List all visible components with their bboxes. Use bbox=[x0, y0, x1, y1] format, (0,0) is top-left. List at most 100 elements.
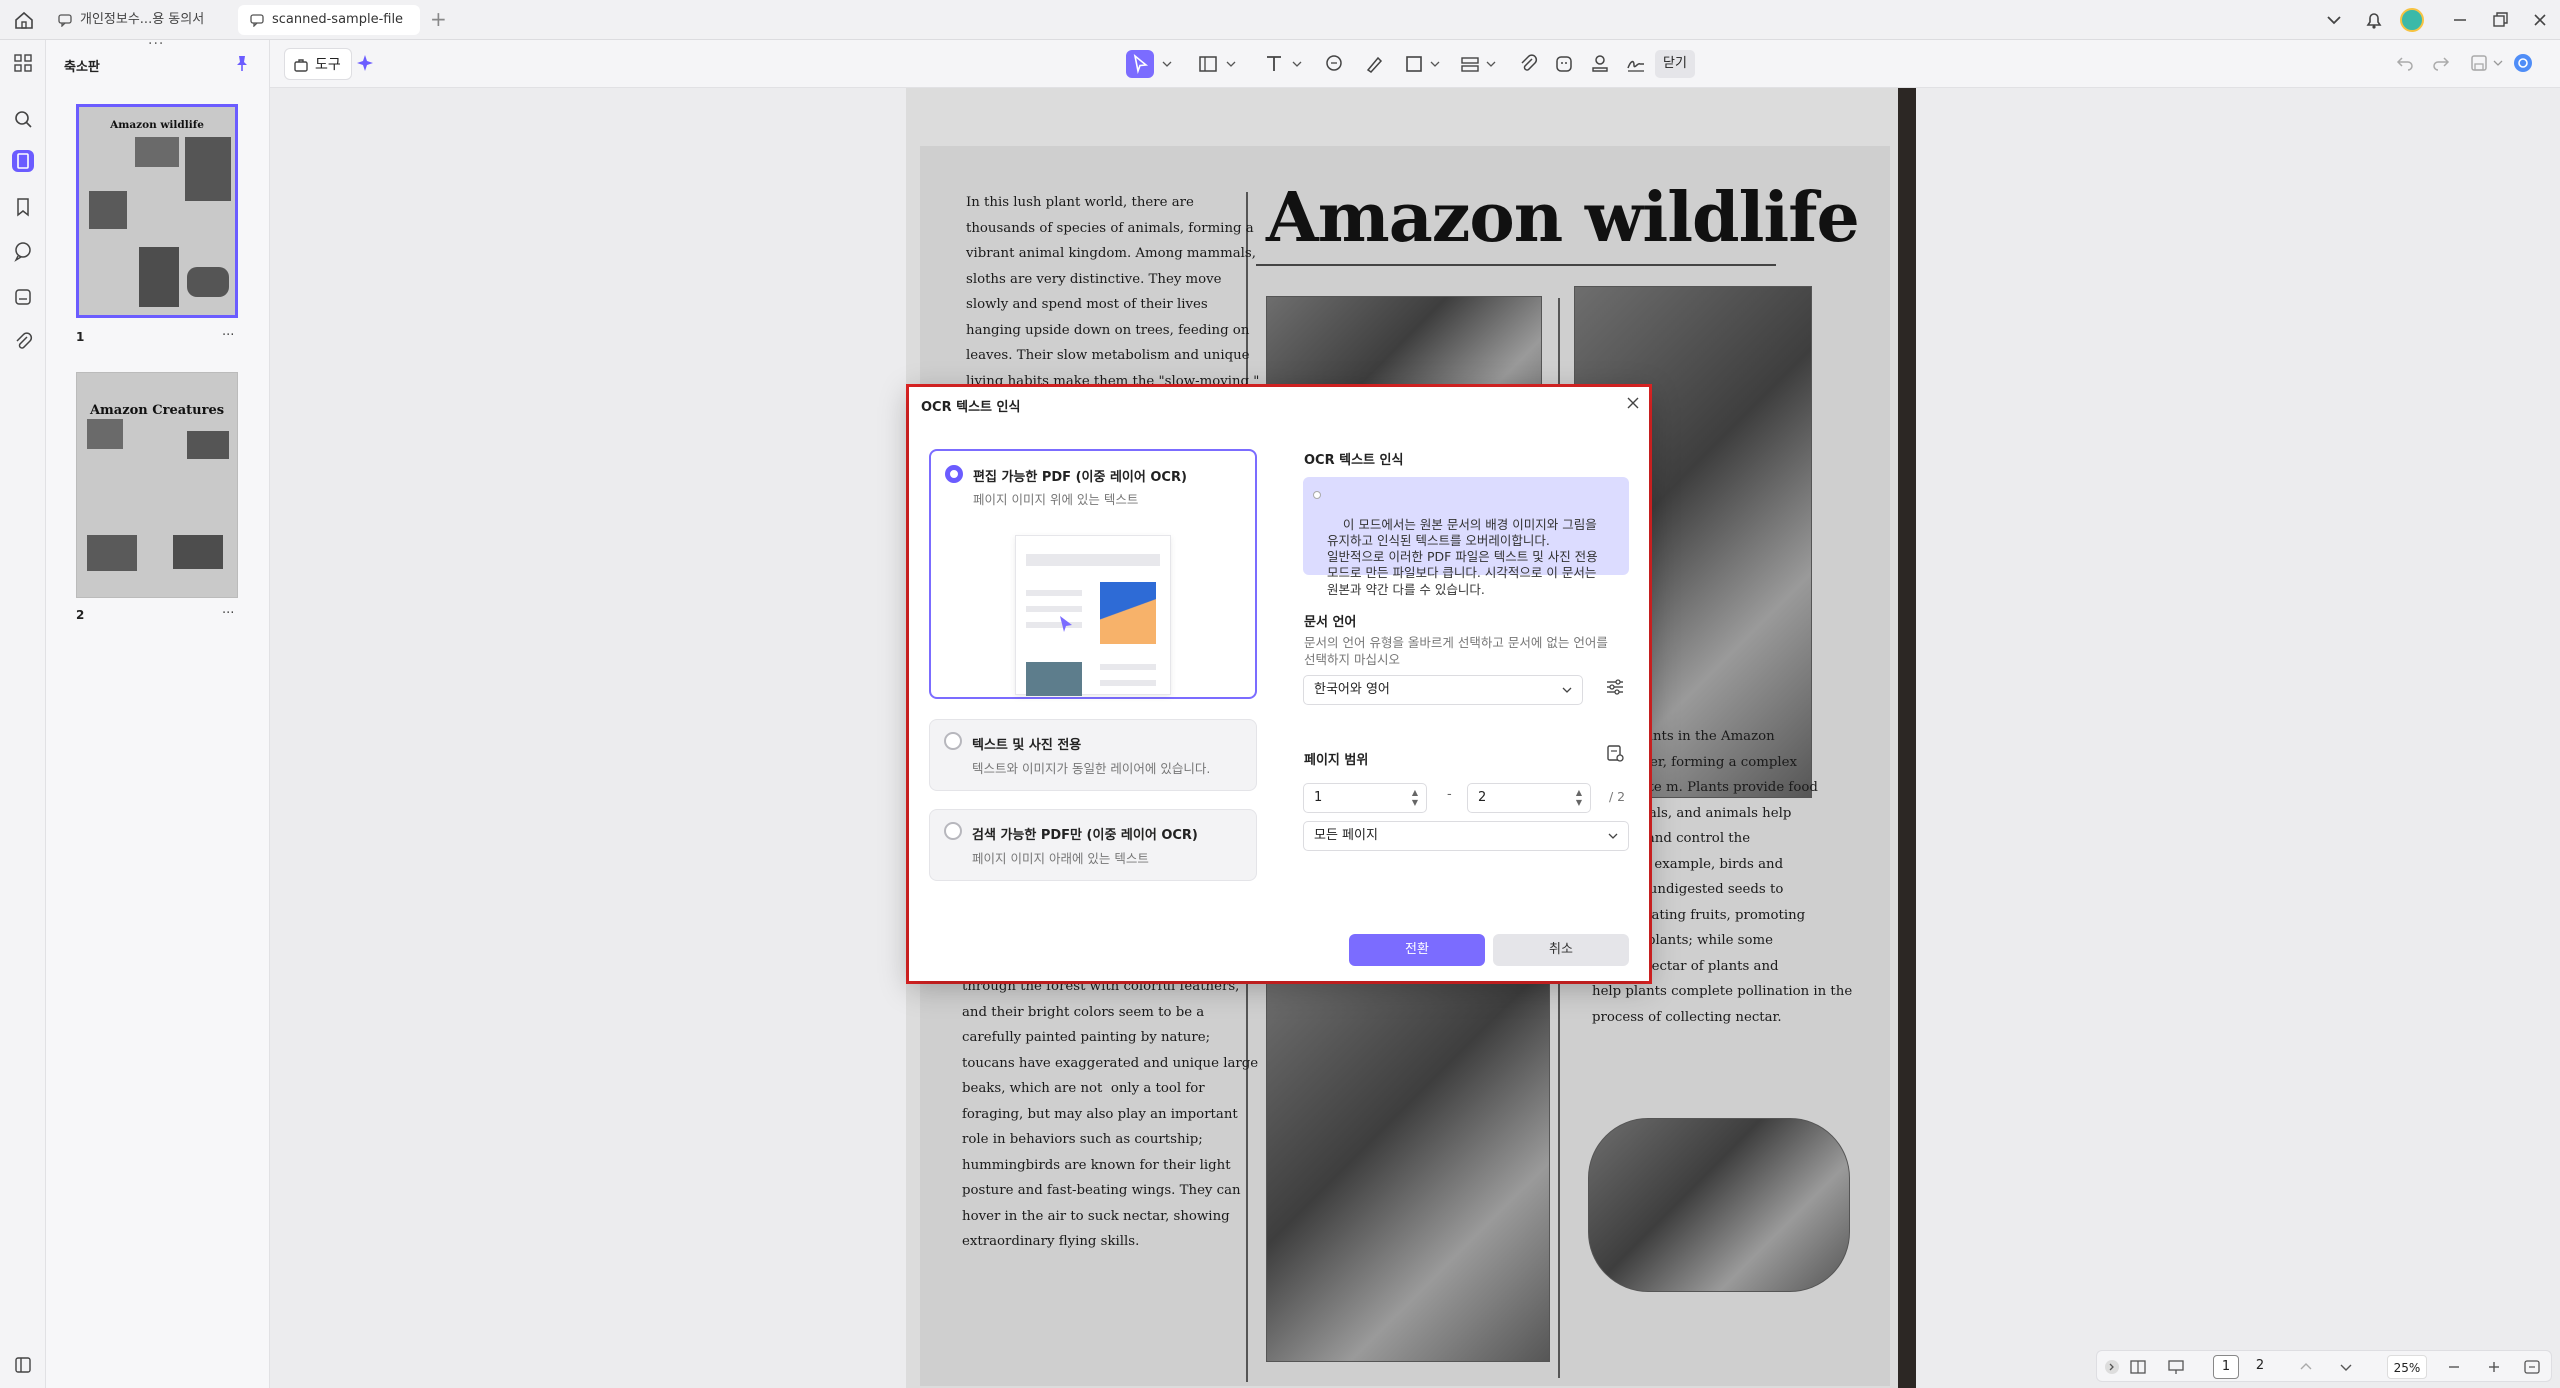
thumbnail-photo bbox=[187, 431, 229, 459]
tools-button[interactable]: 도구 bbox=[284, 48, 352, 80]
bookmark-icon[interactable] bbox=[12, 196, 34, 218]
close-icon[interactable] bbox=[2528, 8, 2552, 32]
user-stamp-icon[interactable] bbox=[1586, 50, 1614, 78]
fit-page-icon[interactable] bbox=[2523, 1358, 2541, 1376]
barn-owl-photo bbox=[1588, 1118, 1850, 1292]
thumbnails-icon[interactable] bbox=[12, 150, 34, 172]
chevron-down-icon[interactable] bbox=[1290, 50, 1304, 78]
toolbox-icon bbox=[294, 59, 308, 72]
tools-label: 도구 bbox=[315, 57, 341, 73]
range-dash: - bbox=[1447, 787, 1452, 802]
restore-icon[interactable] bbox=[2488, 8, 2512, 32]
range-from-value: 1 bbox=[1314, 790, 1323, 805]
chevron-down-icon[interactable] bbox=[2492, 52, 2504, 74]
option-searchable-pdf[interactable]: 검색 가능한 PDF만 (이중 레이어 OCR) 페이지 이미지 아래에 있는 … bbox=[929, 809, 1257, 881]
range-to-value: 2 bbox=[1478, 790, 1487, 805]
radio-editable-pdf[interactable] bbox=[945, 465, 963, 483]
minimize-icon[interactable] bbox=[2448, 8, 2472, 32]
home-icon[interactable] bbox=[10, 8, 38, 32]
page-layout-icon[interactable] bbox=[2129, 1358, 2147, 1376]
grid-icon[interactable] bbox=[12, 52, 34, 74]
scan-edge bbox=[1898, 88, 1916, 1388]
title-rule bbox=[1256, 264, 1776, 266]
form-field-icon[interactable] bbox=[1456, 50, 1484, 78]
tab-consent-form[interactable]: 개인정보수...용 동의서 bbox=[46, 5, 234, 35]
sidebar-toggle-icon[interactable] bbox=[12, 1354, 34, 1376]
stamp-icon[interactable] bbox=[12, 286, 34, 308]
edit-box-icon[interactable] bbox=[1194, 50, 1222, 78]
language-select[interactable]: 한국어와 영어 bbox=[1303, 675, 1583, 705]
ai-assistant-icon[interactable] bbox=[2512, 52, 2534, 74]
page-1-button[interactable]: 1 bbox=[2213, 1355, 2239, 1379]
attachment-icon[interactable] bbox=[12, 330, 34, 352]
avatar[interactable] bbox=[2400, 8, 2424, 32]
page-range-icon[interactable] bbox=[1605, 743, 1625, 763]
radio-searchable-pdf[interactable] bbox=[944, 822, 962, 840]
toolbar: 도구 닫기 bbox=[270, 40, 2560, 88]
signature-icon[interactable] bbox=[1622, 50, 1650, 78]
chevron-down-icon bbox=[1562, 687, 1572, 693]
redo-icon[interactable] bbox=[2430, 52, 2452, 74]
chevron-down-icon[interactable] bbox=[1224, 50, 1238, 78]
highlighter-icon[interactable] bbox=[1360, 50, 1388, 78]
thumbnail-title: Amazon wildlife bbox=[110, 119, 204, 131]
thumbnail-page-number: 1 bbox=[76, 330, 85, 344]
thumbnail-page-1[interactable]: Amazon wildlife bbox=[76, 104, 238, 318]
save-icon[interactable] bbox=[2468, 52, 2490, 74]
expand-icon[interactable] bbox=[2103, 1358, 2121, 1376]
option-editable-pdf[interactable]: 편집 가능한 PDF (이중 레이어 OCR) 페이지 이미지 위에 있는 텍스… bbox=[929, 449, 1257, 699]
cancel-button[interactable]: 취소 bbox=[1493, 934, 1629, 966]
chevron-down-icon[interactable] bbox=[1160, 50, 1174, 78]
comment-icon[interactable] bbox=[12, 240, 34, 262]
zoom-out-icon[interactable] bbox=[2445, 1358, 2463, 1376]
range-from-input[interactable]: 1 ▲ ▼ bbox=[1303, 783, 1427, 813]
panel-title: 축소판 bbox=[64, 60, 100, 75]
chevron-down-icon[interactable] bbox=[2322, 8, 2346, 32]
close-icon[interactable] bbox=[1625, 395, 1641, 411]
range-stepper[interactable]: ▲ ▼ bbox=[1576, 788, 1582, 808]
dialog-title: OCR 텍스트 인식 bbox=[921, 400, 1021, 415]
convert-button[interactable]: 전환 bbox=[1349, 934, 1485, 966]
sticker-icon[interactable] bbox=[1550, 50, 1578, 78]
mode-info-box: 이 모드에서는 원본 문서의 배경 이미지와 그림을 유지하고 인식된 텍스트를… bbox=[1303, 477, 1629, 597]
search-icon[interactable] bbox=[12, 108, 34, 130]
pin-icon[interactable] bbox=[234, 54, 250, 72]
option-subtitle: 페이지 이미지 아래에 있는 텍스트 bbox=[972, 851, 1149, 866]
chevron-up-icon[interactable] bbox=[2297, 1358, 2315, 1376]
thumbnail-page-2[interactable]: Amazon Creatures bbox=[76, 372, 238, 598]
shape-rectangle-icon[interactable] bbox=[1400, 50, 1428, 78]
resize-handle[interactable]: ··· bbox=[148, 36, 164, 52]
language-title: 문서 언어 bbox=[1304, 615, 1357, 630]
mode-info-text: 이 모드에서는 원본 문서의 배경 이미지와 그림을 유지하고 인식된 텍스트를… bbox=[1327, 516, 1598, 597]
zoom-level[interactable]: 25% bbox=[2387, 1355, 2427, 1379]
undo-icon[interactable] bbox=[2394, 52, 2416, 74]
bell-icon[interactable] bbox=[2362, 8, 2386, 32]
thumbnail-panel: ··· 축소판 Amazon wildlife 1 ··· Amazon Cre… bbox=[46, 36, 270, 1388]
thumbnail-more-button[interactable]: ··· bbox=[222, 606, 234, 621]
pages-select[interactable]: 모든 페이지 bbox=[1303, 821, 1629, 851]
thumbnail-more-button[interactable]: ··· bbox=[222, 328, 234, 343]
range-stepper[interactable]: ▲ ▼ bbox=[1412, 788, 1418, 808]
radio-text-and-image[interactable] bbox=[944, 732, 962, 750]
chevron-down-icon[interactable] bbox=[1484, 50, 1498, 78]
thumbnail-photo bbox=[173, 535, 223, 569]
comment-icon[interactable] bbox=[1320, 50, 1348, 78]
zoom-in-icon[interactable] bbox=[2485, 1358, 2503, 1376]
thumbnail-photo bbox=[87, 419, 123, 449]
presentation-icon[interactable] bbox=[2167, 1358, 2185, 1376]
attachment-icon[interactable] bbox=[1514, 50, 1542, 78]
chat-icon bbox=[250, 14, 264, 27]
text-icon[interactable] bbox=[1260, 50, 1288, 78]
chevron-down-icon[interactable] bbox=[2337, 1358, 2355, 1376]
page-2-button[interactable]: 2 bbox=[2247, 1355, 2273, 1379]
tab-scanned-sample-file[interactable]: scanned-sample-file bbox=[238, 5, 420, 35]
ai-sparkle-icon[interactable] bbox=[354, 52, 376, 74]
chevron-down-icon[interactable] bbox=[1428, 50, 1442, 78]
option-title: 검색 가능한 PDF만 (이중 레이어 OCR) bbox=[972, 828, 1198, 843]
close-toolbar-button[interactable]: 닫기 bbox=[1655, 50, 1695, 78]
option-text-and-image[interactable]: 텍스트 및 사진 전용 텍스트와 이미지가 동일한 레이어에 있습니다. bbox=[929, 719, 1257, 791]
select-cursor-icon[interactable] bbox=[1126, 50, 1154, 78]
new-tab-button[interactable]: + bbox=[430, 8, 447, 30]
language-settings-icon[interactable] bbox=[1605, 677, 1625, 697]
range-to-input[interactable]: 2 ▲ ▼ bbox=[1467, 783, 1591, 813]
